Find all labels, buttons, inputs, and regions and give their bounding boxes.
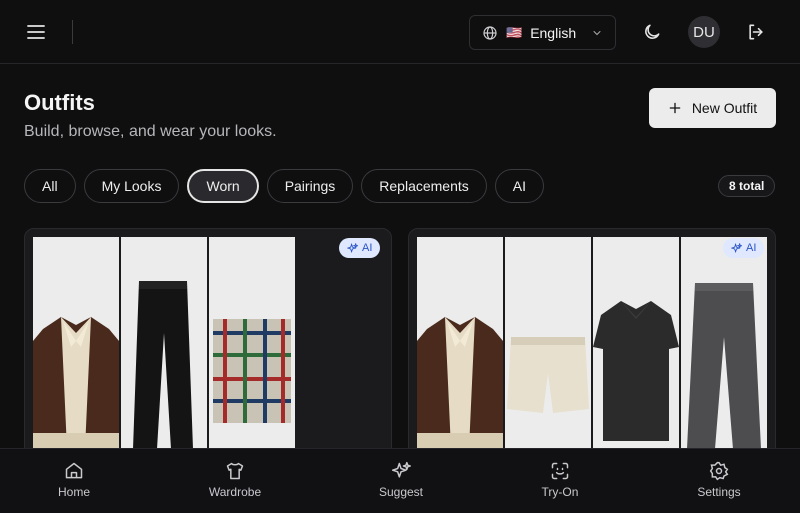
filter-tabs: All My Looks Worn Pairings Replacements … [24, 169, 545, 203]
item-grey-jeans [681, 237, 767, 449]
plus-icon [669, 102, 681, 114]
new-outfit-label: New Outfit [691, 100, 758, 116]
us-flag-icon: 🇺🇸 [506, 24, 523, 40]
logout-button[interactable] [740, 16, 772, 48]
top-bar: 🇺🇸 English DU [0, 0, 800, 64]
nav-wardrobe[interactable]: Wardrobe [195, 461, 275, 499]
ai-badge-label: AI [362, 242, 373, 254]
avatar[interactable]: DU [688, 16, 720, 48]
filter-my-looks[interactable]: My Looks [83, 169, 180, 203]
nav-settings[interactable]: Settings [679, 461, 759, 499]
nav-try-on[interactable]: Try-On [520, 461, 600, 499]
new-outfit-button[interactable]: New Outfit [649, 88, 776, 128]
sparkles-icon [391, 461, 411, 478]
item-cream-shorts [505, 237, 591, 449]
nav-settings-label: Settings [697, 485, 741, 499]
bottom-nav: Home Wardrobe Suggest Try-On Settings [0, 448, 800, 513]
item-brown-cream-shirt [417, 237, 503, 449]
chevron-down-icon [591, 27, 603, 39]
sparkles-icon [731, 242, 742, 253]
item-brown-cream-shirt [33, 237, 119, 449]
outfit-thumbnails [417, 237, 767, 449]
home-icon [65, 462, 83, 479]
filter-pairings[interactable]: Pairings [266, 169, 354, 203]
sparkles-icon [347, 242, 358, 253]
globe-icon [483, 25, 497, 40]
ai-badge: AI [723, 238, 765, 258]
item-plaid-scarf [209, 237, 295, 449]
nav-home[interactable]: Home [34, 461, 114, 499]
ai-badge: AI [339, 238, 381, 258]
ai-badge-label: AI [746, 242, 757, 254]
menu-icon [27, 25, 45, 39]
filter-worn[interactable]: Worn [187, 169, 259, 203]
filter-all[interactable]: All [24, 169, 76, 203]
page-title: Outfits [24, 90, 95, 115]
nav-home-label: Home [57, 485, 90, 499]
nav-suggest[interactable]: Suggest [361, 461, 441, 499]
item-black-jeans [121, 237, 207, 449]
scan-face-icon [551, 462, 569, 480]
item-black-polo-shirt [593, 237, 679, 449]
language-select[interactable]: 🇺🇸 English [469, 15, 616, 50]
filter-replacements[interactable]: Replacements [361, 169, 487, 203]
page-subtitle: Build, browse, and wear your looks. [24, 123, 277, 140]
outfit-thumbnails [33, 237, 295, 449]
language-label: English [530, 24, 577, 41]
logout-icon [749, 24, 763, 40]
menu-button[interactable] [20, 16, 52, 48]
moon-icon [645, 24, 660, 39]
nav-try-on-label: Try-On [541, 485, 579, 499]
filter-ai[interactable]: AI [494, 169, 545, 203]
nav-suggest-label: Suggest [378, 485, 424, 499]
header-divider [72, 20, 73, 44]
theme-toggle-button[interactable] [636, 16, 668, 48]
nav-wardrobe-label: Wardrobe [208, 485, 262, 499]
gear-icon [709, 461, 729, 481]
total-count-badge: 8 total [718, 175, 776, 197]
shirt-icon [226, 462, 244, 480]
